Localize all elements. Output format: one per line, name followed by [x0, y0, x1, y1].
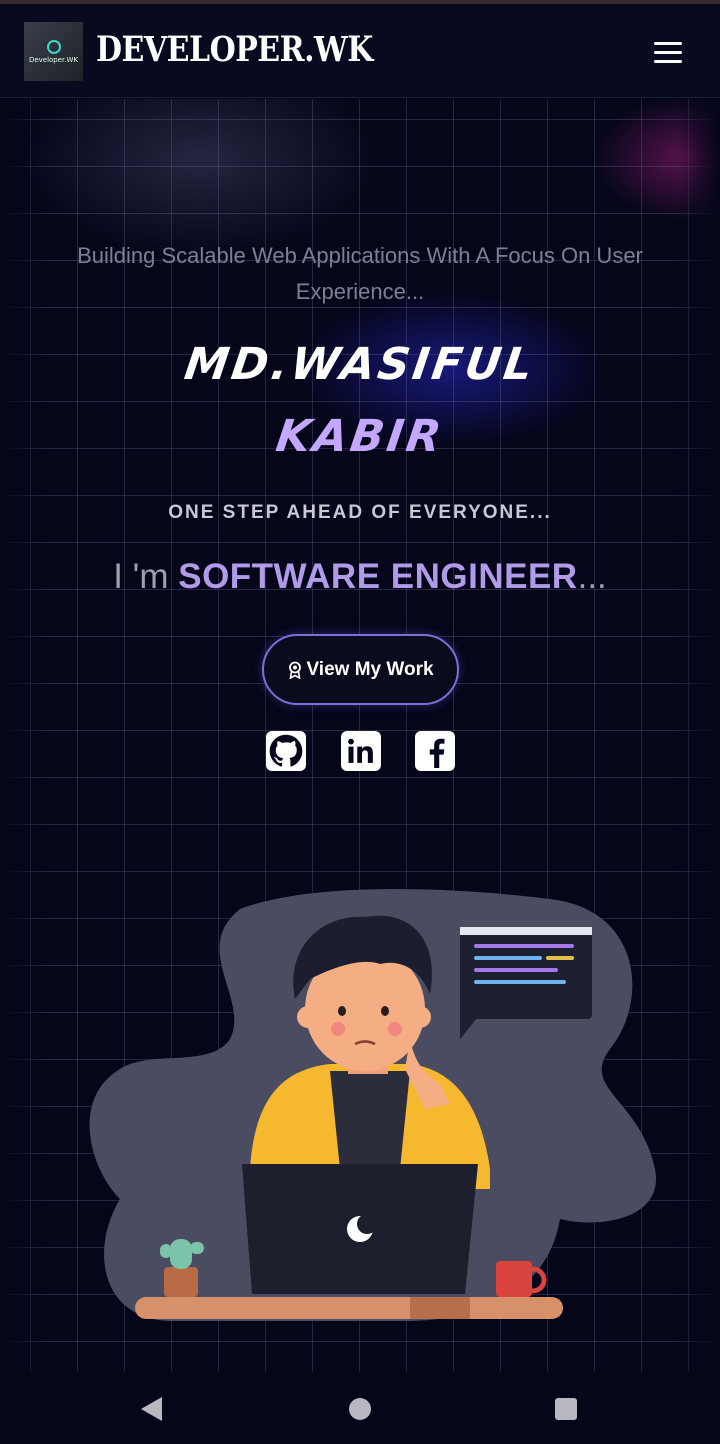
hero-tagline: Building Scalable Web Applications With … [77, 243, 643, 304]
facebook-icon [429, 738, 445, 768]
role-suffix: ... [577, 557, 607, 596]
role-line: I 'm SOFTWARE ENGINEER... [0, 557, 720, 597]
motto-text: ONE STEP AHEAD OF EVERYONE... [168, 502, 552, 523]
linkedin-icon [348, 738, 373, 763]
top-navbar: Developer.WK DEVELOPER.WK [0, 4, 720, 98]
hero-section: Building Scalable Web Applications With … [0, 99, 720, 1372]
role-prefix: I 'm [113, 557, 179, 596]
github-link[interactable] [266, 731, 306, 771]
laptop [242, 1164, 478, 1294]
award-icon [289, 661, 302, 679]
home-icon[interactable] [349, 1398, 371, 1420]
facebook-link[interactable] [415, 731, 455, 771]
logo-image[interactable]: Developer.WK [24, 22, 83, 81]
logo-text: Developer.WK [28, 55, 79, 64]
system-navigation-bar [0, 1372, 720, 1444]
name-first-line: MD.WASIFUL [181, 339, 539, 390]
recents-icon[interactable] [555, 1398, 577, 1420]
github-icon [269, 734, 303, 767]
hamburger-icon[interactable] [654, 42, 682, 64]
view-my-work-button[interactable]: View My Work [262, 634, 459, 705]
view-my-work-label: View My Work [306, 658, 434, 680]
role-title: SOFTWARE ENGINEER [178, 557, 578, 596]
logo-ring-icon [46, 39, 61, 54]
desk [135, 1297, 563, 1319]
back-icon[interactable] [141, 1397, 162, 1421]
developer-illustration [89, 889, 657, 1321]
brand-title[interactable]: DEVELOPER.WK [96, 30, 373, 70]
linkedin-link[interactable] [341, 731, 381, 771]
name-second-line: KABIR [272, 411, 448, 462]
